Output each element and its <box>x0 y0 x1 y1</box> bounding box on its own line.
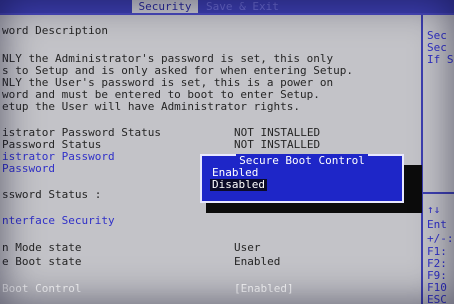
help-key-line: Ent <box>427 218 447 231</box>
tab-save-exit[interactable]: Save & Exit <box>206 0 279 13</box>
help-text-line: If S <box>427 53 454 66</box>
tab-bar: Security Save & Exit <box>0 0 454 13</box>
platform-mode-state-value: User <box>234 241 261 254</box>
tab-security[interactable]: Security <box>132 0 198 13</box>
help-key-line: ESC <box>427 293 447 304</box>
help-divider <box>423 192 454 194</box>
arrows-icon: ↑↓ <box>427 203 441 216</box>
description-line: etup the User will have Administrator ri… <box>2 100 301 113</box>
bios-screen: Security Save & Exit word Description NL… <box>0 0 454 304</box>
option-disabled[interactable]: Disabled <box>210 179 267 191</box>
tab-bar-divider <box>0 13 454 15</box>
user-password-item[interactable]: Password <box>2 163 55 175</box>
description-title: word Description <box>2 24 108 37</box>
secure-boot-state-value: Enabled <box>234 255 281 268</box>
interface-security-item[interactable]: nterface Security <box>2 215 115 227</box>
help-key-line: +/-: <box>427 232 454 245</box>
hdd-password-status-label: ssword Status : <box>2 188 102 201</box>
secure-boot-control-value[interactable]: [Enabled] <box>234 283 294 295</box>
secure-boot-control-popup: Secure Boot Control Enabled Disabled <box>200 154 404 203</box>
secure-boot-control-item[interactable]: Boot Control <box>2 283 81 295</box>
platform-mode-state-label: n Mode state <box>2 241 82 254</box>
secure-boot-state-label: e Boot state <box>2 255 82 268</box>
